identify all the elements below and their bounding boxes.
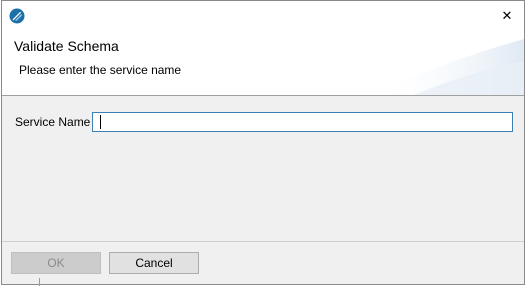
app-logo-icon — [9, 8, 25, 24]
service-name-label: Service Name — [15, 115, 91, 129]
ok-button[interactable]: OK — [11, 252, 101, 274]
text-caret — [100, 115, 101, 129]
close-button[interactable]: ✕ — [496, 5, 518, 27]
title-bar[interactable]: ✕ — [2, 1, 524, 31]
service-name-input[interactable] — [92, 112, 513, 132]
dialog-title: Validate Schema — [14, 38, 119, 54]
button-bar-separator — [2, 241, 524, 242]
validate-schema-dialog: ✕ Validate Schema Please enter the servi… — [1, 0, 525, 285]
dialog-message: Please enter the service name — [19, 63, 182, 77]
cancel-button[interactable]: Cancel — [109, 252, 199, 274]
banner-decoration — [374, 39, 524, 95]
close-icon: ✕ — [501, 8, 513, 24]
header-banner: Validate Schema Please enter the service… — [2, 31, 524, 95]
background-divider — [39, 278, 40, 286]
header-separator — [2, 95, 524, 96]
